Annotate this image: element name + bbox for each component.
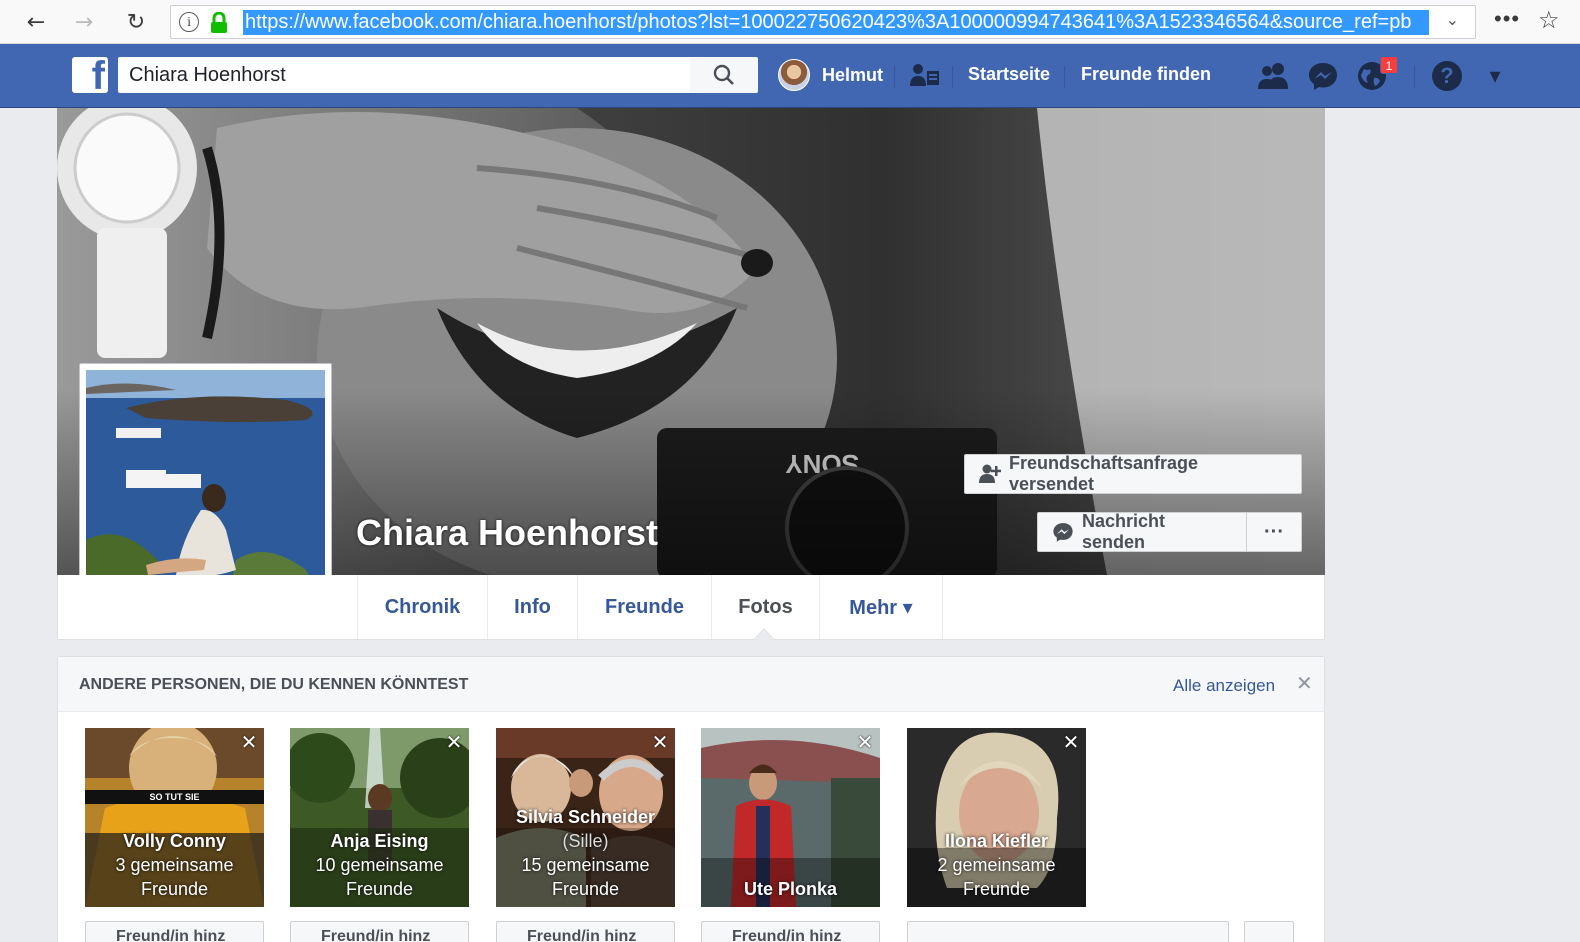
tab-mehr[interactable]: Mehr ▾ <box>819 575 943 639</box>
friend-request-label: Freundschaftsanfrage versendet <box>1009 453 1199 494</box>
send-message-label: Nachricht senden <box>1082 511 1166 552</box>
suggestion-card[interactable]: ✕ Anja Eising 10 gemeinsame Freunde <box>290 728 469 907</box>
dismiss-icon[interactable]: ✕ <box>651 733 669 753</box>
search-button[interactable] <box>690 57 758 93</box>
suggestion-card[interactable]: SO TUT SIE ✕ Volly Conny 3 gemeinsame Fr… <box>85 728 264 907</box>
profile-link[interactable]: Helmut <box>778 58 883 92</box>
search-icon <box>713 64 734 85</box>
page-actions-icon[interactable]: ••• <box>1494 6 1520 32</box>
avatar <box>778 59 810 91</box>
send-message-button[interactable]: Nachricht senden <box>1037 511 1247 552</box>
mutual-friends[interactable]: 3 gemeinsame <box>85 853 264 877</box>
help-icon[interactable]: ? <box>1430 60 1464 92</box>
chevron-down-icon[interactable]: ⌄ <box>1446 10 1459 30</box>
divider <box>894 66 895 88</box>
person-nickname: (Sille) <box>562 831 609 851</box>
forward-icon[interactable]: → <box>68 6 100 38</box>
friend-request-sent-button[interactable]: Freundschaftsanfrage versendet <box>964 453 1302 494</box>
profile-tabs: Chronik Info Freunde Fotos Mehr ▾ <box>57 575 1325 640</box>
more-options-button[interactable] <box>1244 921 1294 942</box>
tab-freunde[interactable]: Freunde <box>577 575 711 639</box>
person-name[interactable]: Volly Conny <box>85 829 264 853</box>
divider <box>1414 66 1415 88</box>
lock-icon <box>211 12 227 33</box>
profile-image <box>86 370 325 608</box>
more-options-button[interactable]: ··· <box>1246 512 1302 552</box>
add-friend-button[interactable] <box>907 921 1229 942</box>
reload-icon[interactable]: ↻ <box>120 6 152 38</box>
divider <box>952 66 953 88</box>
find-friends-icon[interactable] <box>908 60 942 92</box>
dismiss-icon[interactable]: ✕ <box>240 733 258 753</box>
mutual-friends[interactable]: 10 gemeinsame <box>290 853 469 877</box>
section-title: ANDERE PERSONEN, DIE DU KENNEN KÖNNTEST <box>79 676 469 693</box>
home-link[interactable]: Startseite <box>968 64 1050 85</box>
find-friends-link[interactable]: Freunde finden <box>1081 64 1211 85</box>
photo-caption: SO TUT SIE <box>149 792 200 802</box>
dismiss-icon[interactable]: ✕ <box>445 733 463 753</box>
add-friend-button[interactable]: Freund/in hinz <box>496 921 675 942</box>
dismiss-icon[interactable]: ✕ <box>856 733 874 753</box>
suggestion-card[interactable]: ✕ Ute Plonka <box>701 728 880 907</box>
profile-name: Chiara Hoenhorst <box>356 512 659 553</box>
address-bar[interactable]: i https://www.facebook.com/chiara.hoenho… <box>170 5 1476 39</box>
search-input[interactable]: Chiara Hoenhorst <box>118 57 690 93</box>
suggestion-card[interactable]: ✕ Silvia Schneider (Sille) 15 gemeinsame… <box>496 728 675 907</box>
mutual-friends-suffix: Freunde <box>345 879 414 899</box>
tab-info[interactable]: Info <box>487 575 577 639</box>
close-icon[interactable]: ✕ <box>1296 671 1313 696</box>
url-text[interactable]: https://www.facebook.com/chiara.hoenhors… <box>243 10 1429 35</box>
info-icon[interactable]: i <box>179 12 199 32</box>
account-menu-icon[interactable]: ▾ <box>1478 60 1512 92</box>
dismiss-icon[interactable]: ✕ <box>1062 733 1080 753</box>
back-icon[interactable]: ← <box>20 6 52 38</box>
add-friend-icon <box>979 464 1001 484</box>
add-friend-button[interactable]: Freund/in hinz <box>85 921 264 942</box>
active-tab-indicator <box>753 628 775 640</box>
person-name[interactable]: Ute Plonka <box>701 877 880 901</box>
tab-chronik[interactable]: Chronik <box>357 575 487 639</box>
bookmark-star-icon[interactable]: ☆ <box>1538 6 1560 35</box>
add-friend-button[interactable]: Freund/in hinz <box>701 921 880 942</box>
person-name[interactable]: Anja Eising <box>290 829 469 853</box>
browser-toolbar: ← → ↻ i https://www.facebook.com/chiara.… <box>0 0 1580 44</box>
person-name[interactable]: Ilona Kiefler <box>907 829 1086 853</box>
mutual-friends-suffix: Freunde <box>551 879 620 899</box>
add-friend-button[interactable]: Freund/in hinz <box>290 921 469 942</box>
user-name: Helmut <box>822 64 884 85</box>
messenger-icon[interactable] <box>1306 60 1340 92</box>
friend-requests-icon[interactable] <box>1256 60 1290 92</box>
mutual-friends-suffix: Freunde <box>962 879 1031 899</box>
notification-badge: 1 <box>1380 56 1398 74</box>
messenger-icon <box>1052 521 1074 543</box>
mutual-friends-suffix: Freunde <box>140 879 209 899</box>
facebook-logo[interactable]: f <box>72 57 108 93</box>
divider <box>1064 66 1065 88</box>
mutual-friends[interactable]: 2 gemeinsame <box>907 853 1086 877</box>
facebook-header: f Chiara Hoenhorst Helmut Startseite Fre… <box>0 44 1580 108</box>
person-name[interactable]: Silvia Schneider <box>496 805 675 829</box>
see-all-link[interactable]: Alle anzeigen <box>1173 676 1275 696</box>
suggestion-card[interactable]: ✕ Ilona Kiefler 2 gemeinsame Freunde <box>907 728 1086 907</box>
mutual-friends[interactable]: 15 gemeinsame <box>496 853 675 877</box>
